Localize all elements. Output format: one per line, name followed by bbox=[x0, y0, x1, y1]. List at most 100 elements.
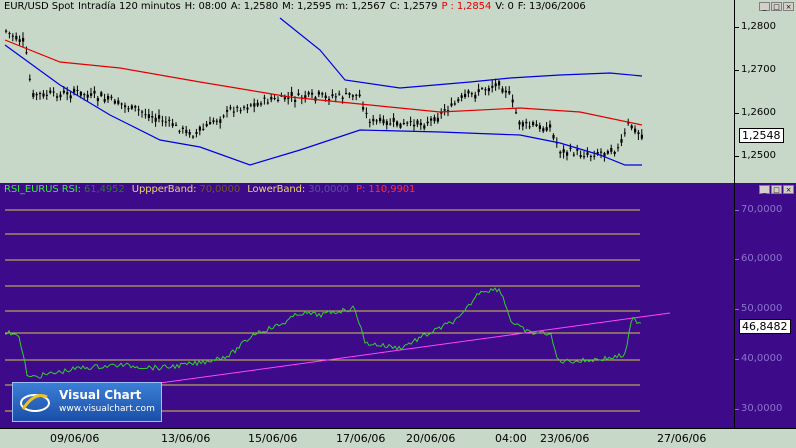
date-tick: 15/06/06 bbox=[248, 432, 298, 445]
candle-body bbox=[406, 122, 409, 124]
candle-body bbox=[15, 35, 18, 40]
price-chart[interactable] bbox=[0, 0, 734, 183]
candle-body bbox=[69, 95, 72, 99]
candle-body bbox=[525, 121, 528, 124]
candle-body bbox=[35, 93, 38, 96]
candle-body bbox=[620, 139, 623, 143]
candle-body bbox=[110, 96, 113, 98]
candle-body bbox=[39, 92, 42, 95]
candle-body bbox=[583, 156, 586, 158]
candle-body bbox=[188, 132, 191, 135]
candle-body bbox=[436, 117, 439, 122]
f-field: F: 13/06/2006 bbox=[517, 1, 586, 12]
candle-body bbox=[640, 134, 643, 139]
candle-body bbox=[304, 95, 307, 99]
upper-band-value: 70,0000 bbox=[199, 184, 241, 195]
candle-body bbox=[229, 107, 232, 109]
candle-body bbox=[45, 94, 48, 96]
candle-body bbox=[569, 147, 572, 149]
candle-body bbox=[334, 96, 337, 98]
candle-body bbox=[79, 91, 82, 96]
candle-body bbox=[331, 94, 334, 97]
candle-body bbox=[232, 111, 235, 113]
candle-body bbox=[294, 99, 297, 102]
date-tick: 20/06/06 bbox=[406, 432, 456, 445]
candle-body bbox=[86, 94, 89, 98]
candle-body bbox=[215, 120, 218, 122]
close-button[interactable]: × bbox=[783, 185, 794, 194]
candle-body bbox=[239, 110, 242, 112]
candle-body bbox=[260, 103, 263, 105]
candle-body bbox=[18, 39, 21, 42]
rsi-value: 61,4952 bbox=[84, 184, 125, 195]
candle-body bbox=[365, 112, 368, 114]
candle-body bbox=[430, 118, 433, 121]
candle-body bbox=[419, 122, 422, 126]
candle-body bbox=[453, 103, 456, 105]
candle-body bbox=[62, 90, 65, 93]
minimize-button[interactable]: _ bbox=[759, 185, 770, 194]
candle-body bbox=[341, 97, 344, 100]
m-high-field: M: 1,2595 bbox=[282, 1, 332, 12]
close-button[interactable]: × bbox=[783, 2, 794, 11]
candle-body bbox=[372, 118, 375, 122]
candle-body bbox=[545, 127, 548, 131]
candle-body bbox=[617, 147, 620, 149]
date-tick: 09/06/06 bbox=[50, 432, 100, 445]
c-field: C: 1,2579 bbox=[389, 1, 438, 12]
rsi-tick: 50,0000 bbox=[734, 303, 783, 314]
m-low-field: m: 1,2567 bbox=[335, 1, 386, 12]
candle-body bbox=[198, 126, 201, 131]
candle-body bbox=[307, 92, 310, 95]
swoosh-icon bbox=[20, 394, 50, 412]
candle-body bbox=[498, 81, 501, 86]
candle-body bbox=[362, 107, 365, 110]
price-panel[interactable]: EUR/USD Spot Intradía 120 minutos H: 08:00… bbox=[0, 0, 796, 183]
candle-body bbox=[171, 123, 174, 126]
candle-body bbox=[511, 99, 514, 103]
candle-body bbox=[355, 94, 358, 96]
date-axis[interactable]: 09/06/06 13/06/06 15/06/06 17/06/06 20/0… bbox=[0, 428, 796, 448]
candle-body bbox=[600, 151, 603, 153]
candle-body bbox=[243, 106, 246, 108]
candle-body bbox=[508, 91, 511, 94]
candle-body bbox=[562, 149, 565, 153]
candle-body bbox=[532, 122, 535, 126]
candle-body bbox=[572, 154, 575, 156]
candle-body bbox=[212, 120, 215, 123]
last-price-label: 1,2548 bbox=[739, 128, 784, 143]
symbol-label: EUR/USD Spot bbox=[4, 1, 75, 12]
candle-body bbox=[634, 128, 637, 133]
restore-button[interactable]: □ bbox=[771, 185, 782, 194]
candle-body bbox=[549, 124, 552, 128]
price-tick: 1,2500 bbox=[735, 150, 776, 161]
candle-body bbox=[161, 120, 164, 122]
minimize-button[interactable]: _ bbox=[759, 2, 770, 11]
candle-body bbox=[402, 122, 405, 124]
candle-body bbox=[11, 35, 14, 37]
interval-label: Intradía 120 minutos bbox=[78, 1, 181, 12]
candle-body bbox=[385, 121, 388, 125]
candle-body bbox=[219, 119, 222, 123]
candle-body bbox=[120, 103, 123, 105]
candle-body bbox=[42, 93, 45, 97]
a-field: A: 1,2580 bbox=[230, 1, 279, 12]
rsi-axis[interactable]: 70,0000 60,0000 50,0000 40,0000 30,0000 … bbox=[734, 183, 796, 428]
candle-body bbox=[396, 121, 399, 126]
candle-body bbox=[222, 115, 225, 117]
lower-band-value: 30,0000 bbox=[308, 184, 349, 195]
date-tick: 13/06/06 bbox=[161, 432, 211, 445]
price-axis[interactable]: 1,2800 1,2700 1,2600 1,2500 1,2548 bbox=[734, 0, 796, 183]
candle-body bbox=[450, 103, 453, 106]
candle-body bbox=[593, 155, 596, 157]
candle-body bbox=[93, 90, 96, 94]
p-field: P : 1,2854 bbox=[441, 1, 492, 12]
candle-body bbox=[28, 78, 31, 80]
candle-body bbox=[287, 97, 290, 100]
candle-body bbox=[535, 124, 538, 127]
candle-body bbox=[501, 88, 504, 93]
candle-body bbox=[130, 105, 133, 109]
restore-button[interactable]: □ bbox=[771, 2, 782, 11]
candle-body bbox=[477, 89, 480, 93]
candle-body bbox=[66, 92, 69, 95]
